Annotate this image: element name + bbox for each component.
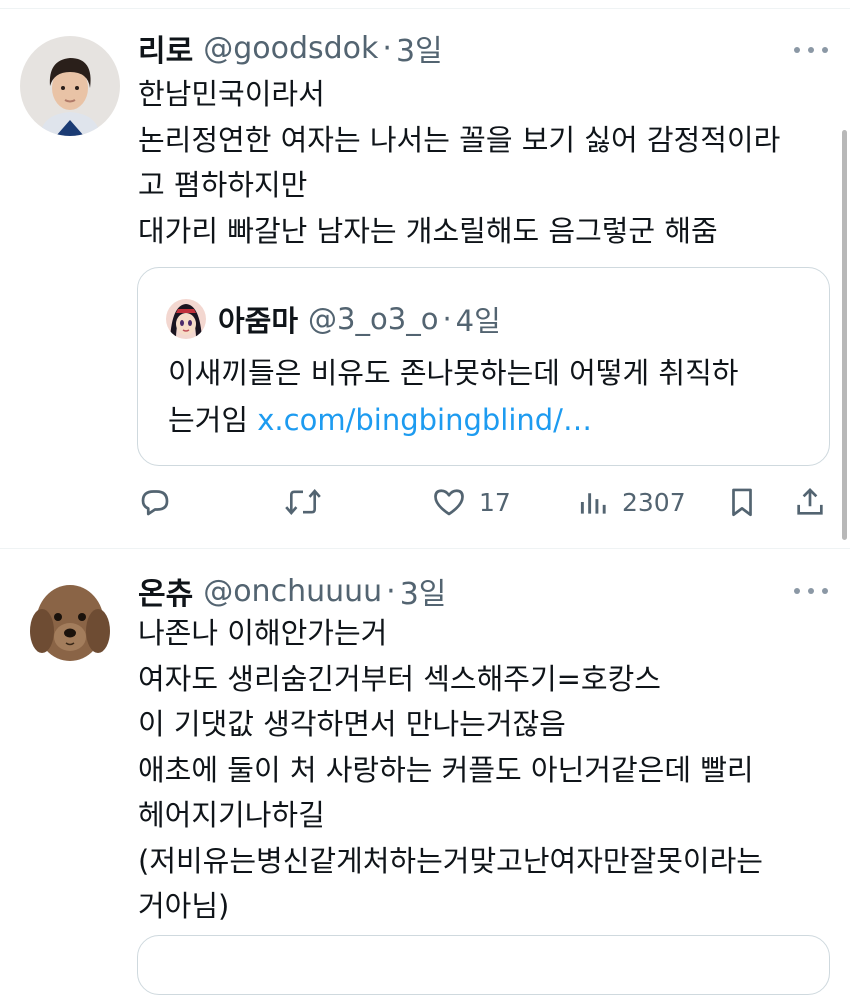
share-button[interactable] [793,482,827,522]
quoted-tweet[interactable] [137,935,830,995]
views-icon [580,493,606,514]
more-dot [794,47,800,53]
quote-text: 이새끼들은 비유도 존나못하는데 어떻게 취직하 는거임 x.com/bingb… [168,350,818,444]
tweet-text: 나존나 이해안가는거 여자도 생리숨긴거부터 섹스해주기=호캉스 이 기댓값 생… [138,611,838,930]
text-line: 이새끼들은 비유도 존나못하는데 어떻게 취직하 [168,356,739,390]
text-line: 나존나 이해안가는거 [138,616,388,650]
tweet-header: 리로 @goodsdok · 3일 [138,26,443,70]
text-line: 한남민국이라서 [138,77,325,111]
separator-dot: · [382,30,392,66]
like-button[interactable]: 17 [431,482,511,522]
anime-character-avatar-icon [166,299,206,339]
bookmark-icon [732,488,752,517]
quote-timestamp[interactable]: 4일 [456,298,501,340]
like-count: 17 [479,487,511,517]
text-line: 대가리 빠갈난 남자는 개소릴해도 음그렇군 해줌 [138,213,718,248]
quoted-tweet[interactable]: 아줌마 @3_o3_o · 4일 이새끼들은 비유도 존나못하는데 어떻게 취직… [137,267,830,466]
more-dot [794,588,800,594]
more-dot [822,588,828,594]
text-line: 애초에 둘이 처 사랑하는 커플도 아닌거같은데 빨리 [138,752,754,787]
reply-icon [141,490,169,516]
more-dot [808,588,814,594]
text-line: 이 기댓값 생각하면서 만나는거잖음 [138,707,566,741]
separator-dot: · [442,302,452,336]
text-line: (저비유는병신같게처하는거맞고난여자만잘못이라는 [138,843,763,878]
text-line: 고 폄하하지만 [138,168,308,202]
tweet-2[interactable]: 온츄 @onchuuuu · 3일 나존나 이해안가는거 여자도 생리숨긴거부터… [0,549,850,995]
avatar[interactable] [20,36,120,136]
action-bar: 17 2307 [0,482,850,522]
reply-button[interactable] [137,482,173,522]
timestamp[interactable]: 3일 [396,26,443,70]
more-dot [808,47,814,53]
dog-profile-photo-icon [20,573,120,673]
tweet-1[interactable]: 리로 @goodsdok · 3일 한남민국이라서 논리정연한 여자는 나서는 … [0,0,850,548]
tweet-header: 온츄 @onchuuuu · 3일 [138,569,447,613]
text-line: 논리정연한 여자는 나서는 꼴을 보기 싫어 감정적이라 [138,122,781,157]
quote-header: 아줌마 @3_o3_o · 4일 [218,298,501,340]
avatar[interactable] [20,573,120,673]
more-dot [822,47,828,53]
user-handle[interactable]: @goodsdok [203,31,378,66]
display-name[interactable]: 온츄 [138,569,193,613]
views-button[interactable]: 2307 [578,482,686,522]
share-icon [797,488,823,515]
quote-avatar[interactable] [166,299,206,339]
more-options-icon[interactable] [794,40,828,60]
retweet-button[interactable] [284,482,322,522]
tweet-text: 한남민국이라서 논리정연한 여자는 나서는 꼴을 보기 싫어 감정적이라 고 폄… [138,72,838,254]
display-name[interactable]: 리로 [138,26,193,70]
text-line: 헤어지기나하길 [138,798,325,832]
retweet-icon [285,489,321,515]
text-fragment: 는거임 [168,403,258,437]
text-line: 여자도 생리숨긴거부터 섹스해주기=호캉스 [138,661,661,696]
scrollbar[interactable] [842,130,847,540]
text-line: 거아님) [138,889,230,923]
text-line: 는거임 x.com/bingbingblind/… [168,397,818,444]
more-options-icon[interactable] [794,581,828,601]
quote-link[interactable]: x.com/bingbingblind/… [257,403,592,437]
separator-dot: · [386,573,396,609]
boy-profile-photo-icon [20,36,120,136]
bookmark-button[interactable] [725,482,759,522]
heart-icon [434,489,464,516]
timestamp[interactable]: 3일 [400,569,447,613]
user-handle[interactable]: @onchuuuu [203,574,382,609]
views-count: 2307 [622,487,686,517]
quote-user-handle[interactable]: @3_o3_o [308,302,438,336]
quote-display-name[interactable]: 아줌마 [218,298,298,340]
